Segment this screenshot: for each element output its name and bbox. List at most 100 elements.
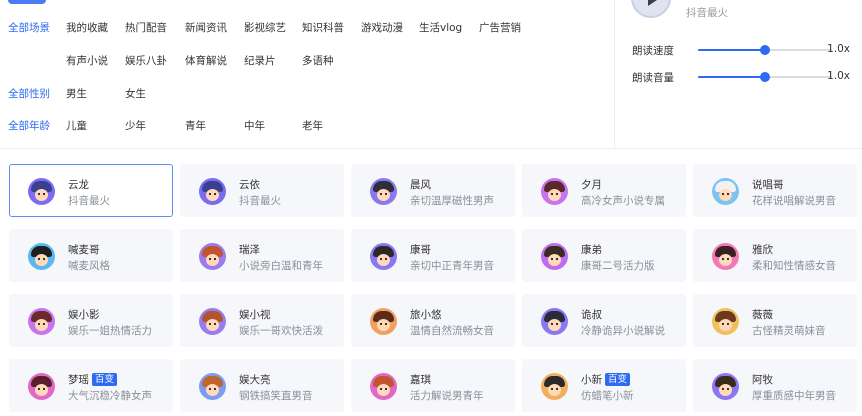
filter-all-scenes[interactable]: 全部场景 <box>8 20 50 35</box>
filter-scene-item[interactable]: 影视综艺 <box>244 20 286 35</box>
current-voice-play-button[interactable] <box>631 0 671 18</box>
voice-card[interactable]: 瑞泽 小说旁白温和青年 <box>180 229 344 282</box>
voice-avatar-icon <box>370 308 397 335</box>
voice-name-text: 旅小悠 <box>410 309 442 321</box>
filter-scene-item[interactable]: 广告营销 <box>479 20 521 35</box>
speed-slider-thumb[interactable] <box>760 45 770 55</box>
voice-name-text: 瑞泽 <box>239 244 260 256</box>
voice-name-text: 娱小视 <box>239 309 271 321</box>
voice-card[interactable]: 喊麦哥 喊麦风格 <box>9 229 173 282</box>
voice-avatar-icon <box>712 373 739 400</box>
filter-all-ages[interactable]: 全部年龄 <box>8 118 50 133</box>
voice-desc: 活力解说男青年 <box>410 390 484 402</box>
voice-card[interactable]: 薇薇 古怪精灵萌妹音 <box>693 294 857 347</box>
voice-name: 瑞泽 <box>239 242 260 257</box>
voice-desc: 亲切温厚磁性男声 <box>410 195 494 207</box>
filter-scene-item[interactable]: 热门配音 <box>125 20 167 35</box>
filter-age-item[interactable]: 青年 <box>185 118 206 133</box>
voice-desc: 亲切中正青年男音 <box>410 260 494 272</box>
filter-scene-item[interactable]: 游戏动漫 <box>361 20 403 35</box>
voice-badge: 百变 <box>92 373 118 386</box>
filter-all-genders[interactable]: 全部性别 <box>8 86 50 101</box>
voice-avatar-icon <box>712 243 739 270</box>
voice-avatar-icon <box>199 178 226 205</box>
voice-card[interactable]: 娱大亮 钢铁搞笑直男音 <box>180 359 344 412</box>
voice-badge: 百变 <box>605 373 631 386</box>
filter-age-item[interactable]: 中年 <box>244 118 265 133</box>
voice-name: 梦瑶 百变 <box>68 372 118 387</box>
filter-scene-item[interactable]: 多语种 <box>302 53 334 68</box>
voice-card[interactable]: 娱小影 娱乐一姐热情活力 <box>9 294 173 347</box>
volume-label: 朗读音量 <box>632 72 674 84</box>
voice-desc: 厚重质感中年男音 <box>752 390 836 402</box>
voice-name-text: 诡叔 <box>581 309 602 321</box>
voice-card[interactable]: 雅欣 柔和知性情感女音 <box>693 229 857 282</box>
filter-panel: 全部场景 我的收藏 热门配音 新闻资讯 影视综艺 知识科普 游戏动漫 生活vlo… <box>0 0 614 148</box>
filter-scene-item[interactable]: 新闻资讯 <box>185 20 227 35</box>
voice-avatar-icon <box>28 243 55 270</box>
voice-name-text: 小新 <box>581 374 602 386</box>
voice-avatar-icon <box>199 243 226 270</box>
voice-name: 说唱哥 <box>752 177 784 192</box>
voice-desc: 高冷女声小说专属 <box>581 195 665 207</box>
voice-card[interactable]: 康哥亲切中正青年男音 <box>351 229 515 282</box>
voice-desc: 花样说唱解说男音 <box>752 195 836 207</box>
voice-card[interactable]: 娱小视娱乐一哥欢快活泼 <box>180 294 344 347</box>
voice-name: 阿牧 <box>752 372 773 387</box>
speed-slider[interactable] <box>698 45 832 55</box>
scene-filter-row: 全部场景 我的收藏 热门配音 新闻资讯 影视综艺 知识科普 游戏动漫 生活vlo… <box>0 18 600 36</box>
filter-scene-item[interactable]: 体育解说 <box>185 53 227 68</box>
volume-slider[interactable] <box>698 72 832 82</box>
voice-desc: 冷静诡异小说解说 <box>581 325 665 337</box>
voice-card[interactable]: 嘉琪 活力解说男青年 <box>351 359 515 412</box>
filter-gender-item[interactable]: 女生 <box>125 86 146 101</box>
voice-name: 康弟 <box>581 242 602 257</box>
voice-desc: 娱乐一姐热情活力 <box>68 325 152 337</box>
voice-name: 嘉琪 <box>410 372 431 387</box>
filter-age-item[interactable]: 儿童 <box>66 118 87 133</box>
voice-name: 晨风 <box>410 177 431 192</box>
voice-desc: 娱乐一哥欢快活泼 <box>239 325 323 337</box>
voice-name-text: 晨风 <box>410 179 431 191</box>
voice-name: 康哥 <box>410 242 431 257</box>
voice-desc: 康哥二号活力版 <box>581 260 655 272</box>
voice-card[interactable]: 云龙 抖音最火 <box>9 164 173 217</box>
voice-card[interactable]: 说唱哥花样说唱解说男音 <box>693 164 857 217</box>
speed-value: 1.0x <box>827 43 850 55</box>
filter-age-item[interactable]: 少年 <box>125 118 146 133</box>
voice-card[interactable]: 康弟 康哥二号活力版 <box>522 229 686 282</box>
voice-desc: 抖音最火 <box>68 195 110 207</box>
voice-card[interactable]: 云依 抖音最火 <box>180 164 344 217</box>
filter-age-item[interactable]: 老年 <box>302 118 323 133</box>
voice-name: 娱大亮 <box>239 372 271 387</box>
voice-avatar-icon <box>712 178 739 205</box>
voice-name-text: 喊麦哥 <box>68 244 100 256</box>
voice-avatar-icon <box>28 178 55 205</box>
filter-gender-item[interactable]: 男生 <box>66 86 87 101</box>
voice-desc: 仿蜡笔小新 <box>581 390 634 402</box>
volume-slider-thumb[interactable] <box>760 72 770 82</box>
voice-card[interactable]: 小新 百变仿蜡笔小新 <box>522 359 686 412</box>
voice-name-text: 康哥 <box>410 244 431 256</box>
voice-card[interactable]: 阿牧厚重质感中年男音 <box>693 359 857 412</box>
panel-divider <box>614 0 615 148</box>
voice-name: 喊麦哥 <box>68 242 100 257</box>
voice-name-text: 云依 <box>239 179 260 191</box>
filter-scene-item[interactable]: 知识科普 <box>302 20 344 35</box>
voice-avatar-icon <box>541 373 568 400</box>
volume-slider-row: 朗读音量 1.0x <box>632 69 852 85</box>
filter-scene-item[interactable]: 有声小说 <box>66 53 108 68</box>
filter-scene-item[interactable]: 生活vlog <box>419 20 462 35</box>
speed-slider-fill <box>698 49 765 51</box>
voice-card[interactable]: 晨风亲切温厚磁性男声 <box>351 164 515 217</box>
voice-desc: 古怪精灵萌妹音 <box>752 325 826 337</box>
filter-scene-item[interactable]: 纪录片 <box>244 53 276 68</box>
filter-scene-item[interactable]: 娱乐八卦 <box>125 53 167 68</box>
voice-card[interactable]: 梦瑶 百变 大气沉稳冷静女声 <box>9 359 173 412</box>
voice-card[interactable]: 诡叔冷静诡异小说解说 <box>522 294 686 347</box>
voice-card[interactable]: 旅小悠 温情自然流畅女音 <box>351 294 515 347</box>
voice-card[interactable]: 夕月 高冷女声小说专属 <box>522 164 686 217</box>
voice-name-text: 云龙 <box>68 179 89 191</box>
filter-scene-item[interactable]: 我的收藏 <box>66 20 108 35</box>
voice-name-text: 娱大亮 <box>239 374 271 386</box>
